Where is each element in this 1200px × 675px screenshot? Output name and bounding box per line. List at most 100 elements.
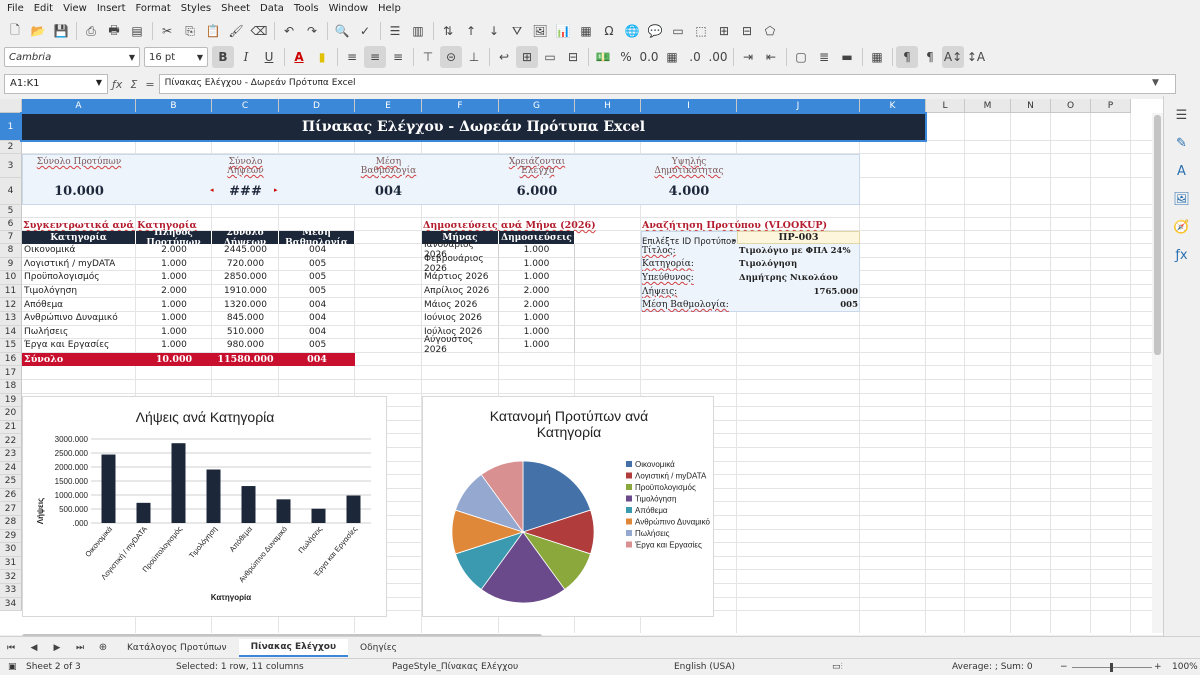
- sheet-tab-instructions[interactable]: Οδηγίες: [348, 640, 409, 656]
- row-header-2[interactable]: 2: [0, 141, 22, 154]
- table-cell[interactable]: 2.000: [136, 285, 212, 299]
- row-header-32[interactable]: 32: [0, 570, 22, 584]
- column-header-b[interactable]: B: [136, 99, 212, 113]
- table-cell[interactable]: 004: [279, 326, 355, 340]
- table-cell[interactable]: 1.000: [499, 325, 575, 340]
- font-name-combo[interactable]: Cambria ▼: [4, 47, 140, 67]
- table-cell[interactable]: 1.000: [499, 339, 575, 353]
- total-cell[interactable]: Σύνολο: [22, 353, 136, 367]
- table-cell[interactable]: Προϋπολογισμός: [22, 271, 136, 285]
- row-header-25[interactable]: 25: [0, 475, 22, 489]
- font-color-icon[interactable]: A: [288, 46, 310, 68]
- left-to-right-icon[interactable]: ¶: [896, 46, 918, 68]
- underline-button[interactable]: U: [258, 46, 280, 68]
- print-icon[interactable]: 🖶: [103, 20, 125, 42]
- wrap-text-icon[interactable]: ↩: [493, 46, 515, 68]
- undo-icon[interactable]: ↶: [278, 20, 300, 42]
- next-sheet-icon[interactable]: ▶: [46, 637, 68, 659]
- table-cell[interactable]: 004: [279, 244, 355, 258]
- table-cell[interactable]: 1320.000: [212, 298, 279, 312]
- menu-help[interactable]: Help: [375, 3, 408, 14]
- menu-format[interactable]: Format: [133, 3, 178, 14]
- menu-sheet[interactable]: Sheet: [218, 3, 257, 14]
- column-header-j[interactable]: J: [737, 99, 860, 113]
- table-cell[interactable]: 1.000: [499, 271, 575, 285]
- table-cell[interactable]: Φεβρουάριος 2026: [422, 254, 499, 274]
- table-cell[interactable]: Ιούνιος 2026: [422, 312, 499, 326]
- formula-icon[interactable]: =: [145, 78, 154, 91]
- functions-icon[interactable]: ƒx: [1171, 244, 1193, 266]
- row-header-21[interactable]: 21: [0, 420, 22, 435]
- clone-formatting-icon[interactable]: 🖌: [225, 20, 247, 42]
- row-header-10[interactable]: 10: [0, 271, 22, 285]
- row-header-16[interactable]: 16: [0, 352, 22, 367]
- border-style-icon[interactable]: ≣: [813, 46, 835, 68]
- vertical-text-icon[interactable]: ↕A: [965, 46, 987, 68]
- row-header-3[interactable]: 3: [0, 154, 22, 178]
- scrollbar-thumb[interactable]: [1154, 115, 1161, 355]
- menu-file[interactable]: File: [4, 3, 31, 14]
- row-header-4[interactable]: 4: [0, 178, 22, 205]
- delete-decimal-icon[interactable]: .00: [707, 46, 729, 68]
- row-header-5[interactable]: 5: [0, 205, 22, 218]
- table-cell[interactable]: 1.000: [136, 271, 212, 285]
- table-cell[interactable]: 2.000: [499, 298, 575, 312]
- row-header-7[interactable]: 7: [0, 231, 22, 244]
- sort-icon[interactable]: ⇅: [437, 20, 459, 42]
- special-character-icon[interactable]: Ω: [598, 20, 620, 42]
- cut-icon[interactable]: ✂: [156, 20, 178, 42]
- table-cell[interactable]: Μάιος 2026: [422, 298, 499, 312]
- table-cell[interactable]: 1.000: [136, 326, 212, 340]
- column-header-i[interactable]: I: [641, 99, 737, 113]
- table-cell[interactable]: 004: [279, 298, 355, 312]
- show-draw-functions-icon[interactable]: ⬠: [759, 20, 781, 42]
- table-cell[interactable]: Απρίλιος 2026: [422, 284, 499, 299]
- table-cell[interactable]: 2.000: [499, 284, 575, 299]
- row-header-29[interactable]: 29: [0, 529, 22, 544]
- zoom-level[interactable]: 100%: [1172, 662, 1198, 672]
- column-header-n[interactable]: N: [1011, 99, 1051, 113]
- row-icon[interactable]: ☰: [384, 20, 406, 42]
- merge-center-icon[interactable]: ⊞: [516, 46, 538, 68]
- table-cell[interactable]: 510.000: [212, 326, 279, 340]
- decrease-indent-icon[interactable]: ⇤: [760, 46, 782, 68]
- vertical-scrollbar[interactable]: [1152, 113, 1163, 633]
- text-direction-icon[interactable]: A↕: [942, 46, 964, 68]
- freeze-rows-columns-icon[interactable]: ⊞: [713, 20, 735, 42]
- date-format-icon[interactable]: ▦: [661, 46, 683, 68]
- table-cell[interactable]: Οικονομικά: [22, 244, 136, 258]
- menu-window[interactable]: Window: [326, 3, 375, 14]
- row-header-15[interactable]: 15: [0, 339, 22, 353]
- column-header-d[interactable]: D: [279, 99, 355, 113]
- add-sheet-icon[interactable]: ⊕: [92, 637, 114, 659]
- center-vertically-icon[interactable]: ⊝: [440, 46, 462, 68]
- zoom-in-icon[interactable]: +: [1154, 662, 1162, 672]
- borders-icon[interactable]: ▢: [790, 46, 812, 68]
- menu-insert[interactable]: Insert: [94, 3, 133, 14]
- first-sheet-icon[interactable]: ⏮: [0, 637, 22, 659]
- add-decimal-icon[interactable]: .0: [684, 46, 706, 68]
- menu-data[interactable]: Data: [257, 3, 291, 14]
- chart-icon[interactable]: 📊: [552, 20, 574, 42]
- last-sheet-icon[interactable]: ⏭: [69, 637, 91, 659]
- hamburger-menu-icon[interactable]: ☰: [1171, 104, 1193, 126]
- status-summary[interactable]: Average: ; Sum: 0: [952, 662, 1033, 672]
- table-header-cell[interactable]: Σύνολο Λήψεων: [212, 228, 279, 248]
- table-cell[interactable]: 1.000: [136, 312, 212, 326]
- define-print-area-icon[interactable]: ⬚: [690, 20, 712, 42]
- row-header-11[interactable]: 11: [0, 284, 22, 299]
- row-header-31[interactable]: 31: [0, 556, 22, 571]
- table-cell[interactable]: 845.000: [212, 312, 279, 326]
- spelling-icon[interactable]: ✓: [354, 20, 376, 42]
- table-header-cell[interactable]: Πλήθος Προτύπων: [136, 228, 212, 248]
- row-header-6[interactable]: 6: [0, 218, 22, 231]
- table-cell[interactable]: 1.000: [136, 258, 212, 272]
- menu-tools[interactable]: Tools: [291, 3, 326, 14]
- table-cell[interactable]: 2850.000: [212, 271, 279, 285]
- number-format-icon[interactable]: 0.0: [638, 46, 660, 68]
- copy-icon[interactable]: ⎘: [179, 20, 201, 42]
- selection-mode-icon[interactable]: ▭⫶: [832, 662, 843, 672]
- find-replace-icon[interactable]: 🔍: [331, 20, 353, 42]
- column-header-a[interactable]: A: [22, 99, 136, 113]
- autofilter-icon[interactable]: ⛛: [506, 20, 528, 42]
